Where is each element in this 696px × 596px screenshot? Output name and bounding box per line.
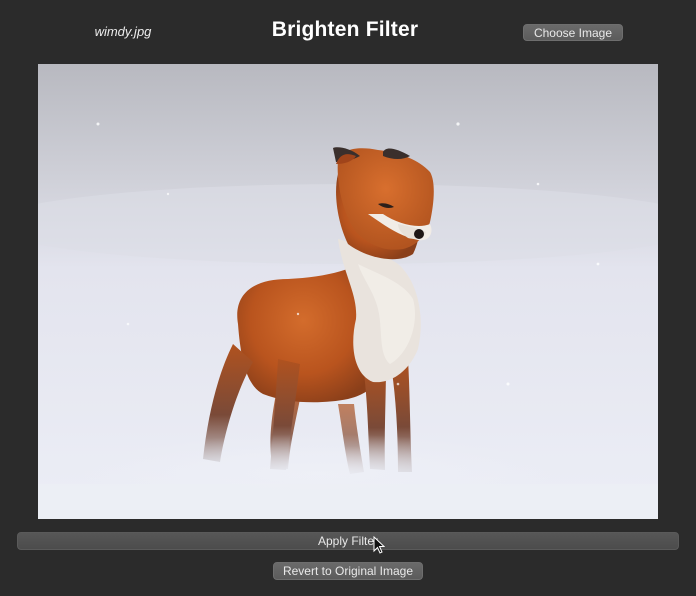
page-title: Brighten Filter <box>271 18 419 41</box>
filename-label: wimdy.jpg <box>94 24 152 39</box>
mouse-pointer-icon <box>373 535 386 559</box>
image-preview <box>38 64 658 519</box>
fox-photo <box>38 64 658 519</box>
apply-filter-button[interactable]: Apply Filter <box>17 532 679 550</box>
app-window: wimdy.jpg Brighten Filter Choose Image A… <box>0 0 696 596</box>
choose-image-button[interactable]: Choose Image <box>523 24 623 41</box>
revert-button[interactable]: Revert to Original Image <box>273 562 423 580</box>
